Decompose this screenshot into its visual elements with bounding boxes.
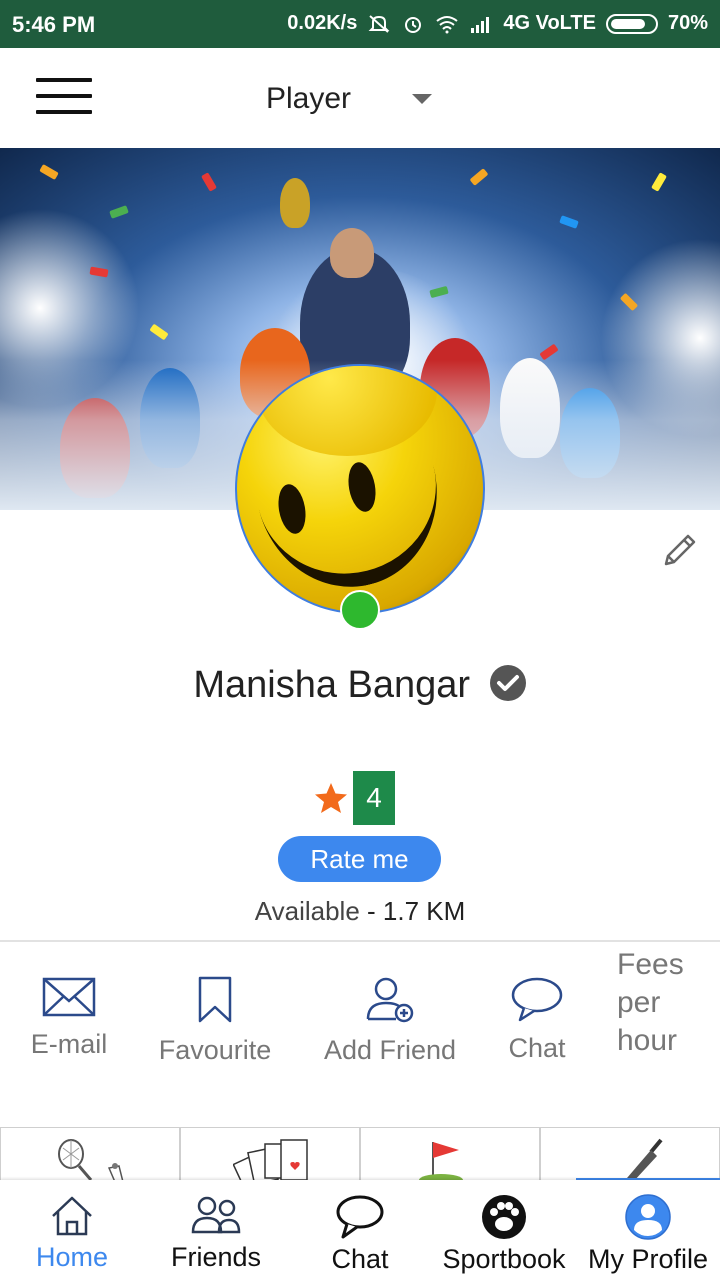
email-label: E-mail [30, 1029, 108, 1059]
availability-label: Available [254, 896, 360, 926]
fees-line-3: hour [617, 1024, 678, 1057]
nav-my-profile[interactable]: My Profile [576, 1194, 720, 1275]
chat-action[interactable]: Chat [500, 975, 574, 1064]
profile-name-text: Manisha Bangar [193, 664, 471, 706]
fees-line-2: per [617, 986, 661, 1019]
favourite-action[interactable]: Favourite [150, 975, 280, 1066]
network-speed: 0.02K/s [287, 12, 358, 34]
nav-friends[interactable]: Friends [144, 1194, 288, 1273]
bookmark-icon [198, 976, 232, 1023]
role-dropdown-value: Player [266, 82, 352, 115]
friends-icon [191, 1196, 241, 1234]
playing-cards-icon [233, 1139, 308, 1182]
status-bar: 5:46 PM 0.02K/s 4G VoLTE 70% [0, 0, 720, 48]
verified-check-icon [489, 665, 526, 701]
email-action[interactable]: E-mail [22, 975, 116, 1060]
rating: 4 [314, 771, 395, 825]
availability: Available - 1.7 KM [0, 896, 720, 927]
chat-label: Chat [508, 1033, 566, 1063]
bottom-nav: Home Friends Chat Sportbook My Profile [0, 1180, 720, 1280]
divider [0, 940, 720, 942]
rate-me-button[interactable]: Rate me [278, 836, 441, 882]
profile-name: Manisha Bangar [0, 664, 720, 707]
sport-tile-cards[interactable] [180, 1127, 360, 1182]
sport-tile-cricket[interactable] [540, 1127, 720, 1182]
profile-avatar[interactable] [235, 364, 485, 614]
wifi-icon [436, 15, 458, 33]
battery-icon [605, 13, 658, 34]
paw-icon [482, 1195, 526, 1239]
nav-chat[interactable]: Chat [288, 1194, 432, 1275]
mute-icon [368, 14, 390, 33]
chevron-down-icon [412, 94, 432, 104]
battery-level: 70% [667, 12, 708, 34]
mail-icon [42, 977, 96, 1017]
favourite-label: Favourite [158, 1035, 272, 1065]
status-time: 5:46 PM [12, 12, 96, 37]
nav-sportbook-label: Sportbook [442, 1244, 566, 1274]
online-status-dot [340, 590, 380, 630]
nav-my-profile-label: My Profile [587, 1244, 709, 1274]
badminton-icon [58, 1139, 124, 1182]
home-icon [52, 1196, 92, 1236]
add-friend-label: Add Friend [323, 1035, 457, 1065]
network-type: 4G VoLTE [503, 12, 596, 34]
golf-flag-icon [419, 1142, 463, 1182]
nav-friends-label: Friends [170, 1242, 262, 1272]
fees-per-hour: Fees per hour [617, 946, 684, 1060]
sport-tile-golf[interactable] [360, 1127, 540, 1182]
sport-tiles [0, 1127, 720, 1182]
status-indicators: 0.02K/s 4G VoLTE 70% [287, 12, 708, 35]
edit-pencil-icon[interactable] [658, 528, 702, 572]
role-dropdown[interactable]: Player [266, 78, 436, 122]
alarm-icon [405, 16, 422, 33]
chat-bubble-icon [511, 977, 563, 1022]
hamburger-menu-icon[interactable] [30, 78, 96, 118]
sport-tile-badminton[interactable] [0, 1127, 180, 1182]
nav-home[interactable]: Home [0, 1194, 144, 1273]
signal-icon [471, 16, 490, 33]
rating-value: 4 [353, 771, 395, 825]
nav-home-label: Home [35, 1242, 109, 1272]
distance-value: 1.7 KM [382, 896, 466, 926]
fees-line-1: Fees [617, 948, 684, 981]
add-friend-icon [366, 977, 414, 1023]
chat-icon [336, 1195, 384, 1239]
star-icon [315, 783, 347, 813]
nav-chat-label: Chat [331, 1244, 389, 1274]
nav-sportbook[interactable]: Sportbook [432, 1194, 576, 1275]
add-friend-action[interactable]: Add Friend [318, 975, 462, 1066]
profile-icon [625, 1194, 671, 1240]
availability-separator: - [359, 896, 383, 926]
cricket-bat-icon [627, 1138, 663, 1182]
app-bar: Player [0, 48, 720, 148]
